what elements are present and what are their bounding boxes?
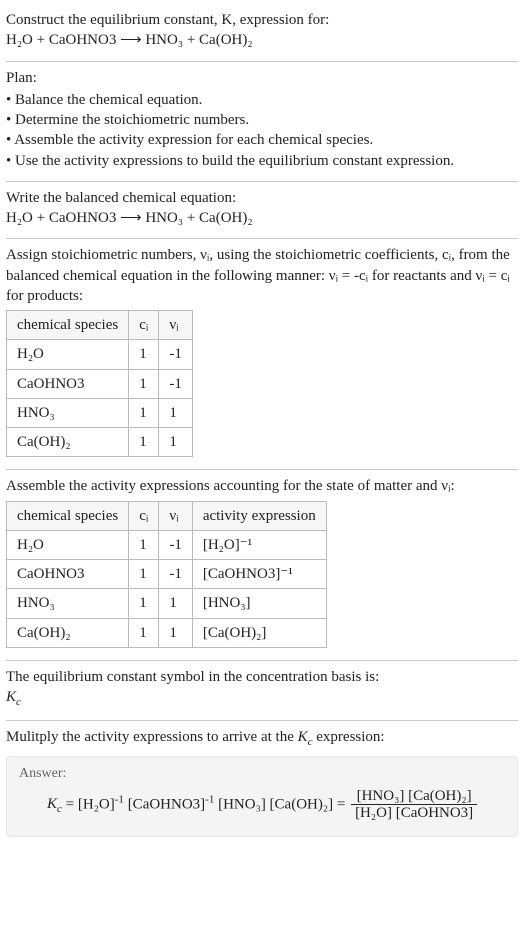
fraction-numerator: [HNO₃] [Ca(OH)₂] <box>351 788 477 806</box>
col-header: cᵢ <box>129 501 159 530</box>
table-header-row: chemical species cᵢ νᵢ activity expressi… <box>7 501 327 530</box>
answer-equation: Kc = [H₂O]-1 [CaOHNO3]-1 [HNO₃] [Ca(OH)₂… <box>19 788 505 822</box>
cell: 1 <box>129 589 159 618</box>
stoich-table: chemical species cᵢ νᵢ H₂O 1 -1 CaOHNO3 … <box>6 310 193 457</box>
cell: -1 <box>159 530 193 559</box>
multiply-block: Mulitply the activity expressions to arr… <box>6 721 518 847</box>
cell: H₂O <box>7 340 129 369</box>
plan-list: Balance the chemical equation. Determine… <box>6 90 518 171</box>
cell: 1 <box>159 398 193 427</box>
cell: [H₂O]⁻¹ <box>192 530 326 559</box>
table-row: Ca(OH)₂ 1 1 <box>7 428 193 457</box>
table-header-row: chemical species cᵢ νᵢ <box>7 311 193 340</box>
col-header: activity expression <box>192 501 326 530</box>
cell: 1 <box>159 618 193 647</box>
cell: -1 <box>159 560 193 589</box>
cell: 1 <box>129 530 159 559</box>
table-row: CaOHNO3 1 -1 [CaOHNO3]⁻¹ <box>7 560 327 589</box>
stoich-intro: Assign stoichiometric numbers, νᵢ, using… <box>6 245 518 306</box>
symbol-line: The equilibrium constant symbol in the c… <box>6 667 518 687</box>
plan-item: Use the activity expressions to build th… <box>6 151 518 171</box>
cell: 1 <box>159 428 193 457</box>
balanced-block: Write the balanced chemical equation: H₂… <box>6 182 518 240</box>
cell: CaOHNO3 <box>7 560 129 589</box>
plan-item: Determine the stoichiometric numbers. <box>6 110 518 130</box>
cell: H₂O <box>7 530 129 559</box>
cell: Ca(OH)₂ <box>7 428 129 457</box>
multiply-line: Mulitply the activity expressions to arr… <box>6 727 518 750</box>
intro-equation: H₂O + CaOHNO3 ⟶ HNO₃ + Ca(OH)₂ <box>6 32 253 48</box>
cell: CaOHNO3 <box>7 369 129 398</box>
cell: 1 <box>129 428 159 457</box>
answer-fraction: [HNO₃] [Ca(OH)₂] [H₂O] [CaOHNO3] <box>351 788 477 822</box>
activity-intro: Assemble the activity expressions accoun… <box>6 476 518 496</box>
col-header: chemical species <box>7 501 129 530</box>
col-header: cᵢ <box>129 311 159 340</box>
fraction-denominator: [H₂O] [CaOHNO3] <box>351 805 477 822</box>
col-header: νᵢ <box>159 311 193 340</box>
cell: HNO₃ <box>7 398 129 427</box>
balanced-equation: H₂O + CaOHNO3 ⟶ HNO₃ + Ca(OH)₂ <box>6 208 518 228</box>
answer-box: Answer: Kc = [H₂O]-1 [CaOHNO3]-1 [HNO₃] … <box>6 756 518 837</box>
cell: [CaOHNO3]⁻¹ <box>192 560 326 589</box>
cell: -1 <box>159 340 193 369</box>
intro-line: Construct the equilibrium constant, K, e… <box>6 12 329 28</box>
table-row: CaOHNO3 1 -1 <box>7 369 193 398</box>
col-header: chemical species <box>7 311 129 340</box>
plan-item: Balance the chemical equation. <box>6 90 518 110</box>
activity-table: chemical species cᵢ νᵢ activity expressi… <box>6 501 327 648</box>
table-row: H₂O 1 -1 <box>7 340 193 369</box>
cell: -1 <box>159 369 193 398</box>
cell: HNO₃ <box>7 589 129 618</box>
cell: 1 <box>129 618 159 647</box>
intro-text: Construct the equilibrium constant, K, e… <box>6 10 518 51</box>
table-row: HNO₃ 1 1 <box>7 398 193 427</box>
intro-block: Construct the equilibrium constant, K, e… <box>6 4 518 62</box>
balanced-title: Write the balanced chemical equation: <box>6 188 518 208</box>
stoich-block: Assign stoichiometric numbers, νᵢ, using… <box>6 239 518 470</box>
table-row: Ca(OH)₂ 1 1 [Ca(OH)₂] <box>7 618 327 647</box>
cell: 1 <box>129 560 159 589</box>
cell: 1 <box>129 369 159 398</box>
answer-label: Answer: <box>19 765 505 784</box>
plan-item: Assemble the activity expression for eac… <box>6 130 518 150</box>
plan-block: Plan: Balance the chemical equation. Det… <box>6 62 518 182</box>
symbol-block: The equilibrium constant symbol in the c… <box>6 661 518 721</box>
symbol-value: Kc <box>6 687 518 710</box>
table-row: H₂O 1 -1 [H₂O]⁻¹ <box>7 530 327 559</box>
cell: 1 <box>159 589 193 618</box>
cell: [HNO₃] <box>192 589 326 618</box>
table-row: HNO₃ 1 1 [HNO₃] <box>7 589 327 618</box>
activity-block: Assemble the activity expressions accoun… <box>6 470 518 661</box>
cell: [Ca(OH)₂] <box>192 618 326 647</box>
col-header: νᵢ <box>159 501 193 530</box>
cell: 1 <box>129 398 159 427</box>
cell: Ca(OH)₂ <box>7 618 129 647</box>
plan-title: Plan: <box>6 68 518 88</box>
cell: 1 <box>129 340 159 369</box>
